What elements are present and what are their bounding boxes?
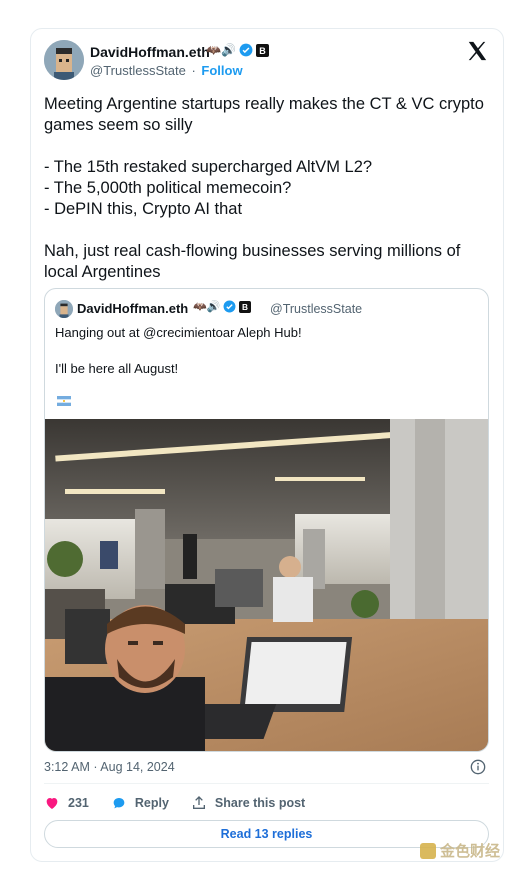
share-label: Share this post: [214, 796, 306, 810]
coworking-selfie-photo[interactable]: [45, 419, 488, 751]
divider: [44, 783, 489, 784]
svg-text:B: B: [259, 46, 266, 56]
author-handle[interactable]: @TrustlessState: [90, 63, 186, 78]
author-avatar[interactable]: [44, 40, 84, 80]
separator-dot: ·: [191, 63, 196, 78]
quoted-tweet[interactable]: DavidHoffman.eth 🦇🔊 B @TrustlessState Ha…: [44, 288, 489, 752]
quoted-verified-badge-icon: [223, 300, 236, 313]
action-bar: 231 Reply Share this post: [44, 793, 327, 813]
reply-bubble-icon: [113, 798, 125, 809]
info-icon[interactable]: [470, 759, 486, 775]
watermark-logo-icon: [420, 842, 436, 859]
quoted-author-handle: @TrustlessState: [270, 302, 363, 316]
quoted-tweet-text: Hanging out at @crecimientoar Aleph Hub!…: [55, 325, 302, 376]
like-button[interactable]: 231: [44, 795, 89, 811]
quoted-affiliate-b-icon: B: [239, 300, 252, 313]
follow-button[interactable]: Follow: [201, 63, 242, 78]
quoted-author-badges: 🦇🔊 B: [193, 300, 252, 313]
reply-button[interactable]: Reply: [111, 795, 169, 811]
quoted-author-avatar: [55, 300, 73, 318]
quoted-name-emoji: 🦇🔊: [193, 301, 221, 313]
tweet-text: Meeting Argentine startups really makes …: [44, 95, 484, 281]
share-upload-icon: [192, 796, 205, 809]
svg-text:B: B: [242, 302, 248, 312]
argentina-flag-icon: [57, 396, 71, 406]
x-logo-icon[interactable]: [466, 40, 488, 62]
name-emoji: 🦇🔊: [206, 43, 236, 57]
tweet-timestamp[interactable]: 3:12 AM · Aug 14, 2024: [44, 760, 175, 774]
watermark: 金色财经: [420, 840, 500, 861]
heart-icon: [46, 798, 58, 809]
like-count: 231: [68, 796, 89, 810]
author-name[interactable]: DavidHoffman.eth: [90, 44, 210, 60]
author-badges: 🦇🔊 B: [206, 43, 269, 57]
author-handle-row: @TrustlessState · Follow: [90, 63, 243, 78]
quoted-author-name: DavidHoffman.eth: [77, 301, 189, 316]
reply-label: Reply: [134, 796, 169, 810]
watermark-text: 金色财经: [440, 843, 501, 860]
affiliate-b-icon: B: [255, 43, 269, 57]
share-button[interactable]: Share this post: [191, 795, 305, 811]
verified-badge-icon: [239, 43, 253, 57]
